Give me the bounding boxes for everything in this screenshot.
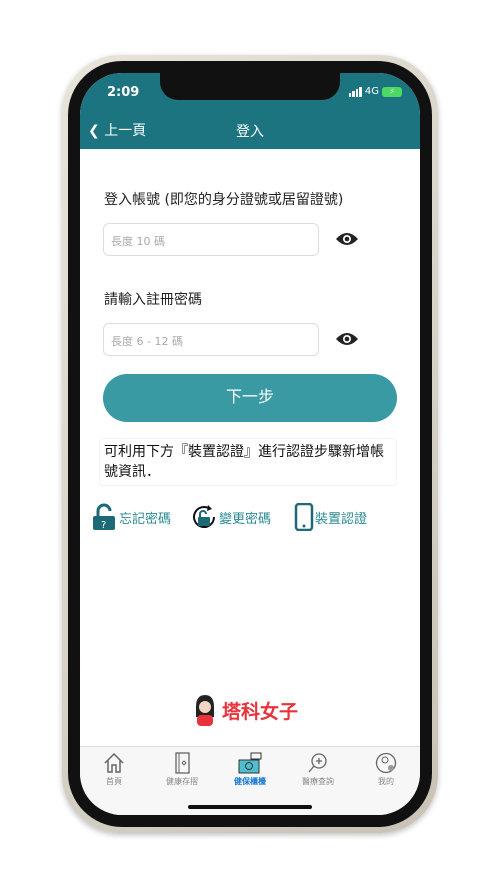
- tab-home[interactable]: 首頁: [80, 752, 148, 787]
- tab-mine[interactable]: 我的: [352, 752, 420, 787]
- password-label: 請輸入註冊密碼: [104, 292, 202, 308]
- next-button[interactable]: 下一步: [103, 374, 397, 422]
- watermark-logo: 塔科女子: [192, 693, 298, 727]
- passbook-icon: [175, 752, 190, 774]
- home-icon: [104, 752, 124, 773]
- eye-icon[interactable]: [335, 232, 359, 246]
- status-icons: 4G ⚡: [348, 86, 402, 97]
- screen: 2:09 4G ⚡ ❮ 上一頁 登入 登入帳號 (即您的身分證號或居留證號) 長…: [80, 73, 420, 815]
- svg-text:?: ?: [101, 520, 106, 531]
- home-indicator[interactable]: [188, 805, 312, 809]
- signal-icon: [348, 86, 362, 97]
- page-title: 登入: [236, 124, 264, 140]
- device-auth-link[interactable]: 裝置認證: [294, 503, 367, 531]
- account-label: 登入帳號 (即您的身分證號或居留證號): [104, 192, 344, 208]
- tab-medical-query[interactable]: 醫療查詢: [284, 752, 352, 787]
- tab-label: 健保櫃檯: [234, 777, 266, 786]
- girl-avatar-icon: [196, 695, 214, 726]
- unlock-question-icon: ?: [93, 503, 115, 531]
- notch: [160, 73, 340, 100]
- search-medical-icon: [308, 753, 327, 773]
- password-input[interactable]: 長度 6 - 12 碼: [103, 323, 319, 356]
- info-note: 可利用下方『裝置認證』進行認證步驟新增帳號資訊．: [99, 438, 397, 486]
- tab-label: 醫療查詢: [302, 777, 334, 786]
- change-password-link[interactable]: 變更密碼: [190, 503, 271, 531]
- watermark-text: 塔科女子: [222, 700, 299, 723]
- user-settings-icon: [375, 752, 397, 774]
- battery-icon: ⚡: [382, 86, 402, 97]
- tab-health-passbook[interactable]: 健康存摺: [148, 752, 216, 787]
- network-label: 4G: [364, 86, 379, 97]
- link-label: 忘記密碼: [119, 511, 172, 527]
- counter-icon: [238, 752, 262, 774]
- tab-label: 首頁: [106, 777, 122, 786]
- link-label: 裝置認證: [315, 511, 368, 527]
- tab-label: 健康存摺: [166, 777, 198, 786]
- account-input[interactable]: 長度 10 碼: [103, 223, 319, 256]
- tab-nhi-counter[interactable]: 健保櫃檯: [216, 752, 284, 787]
- tab-label: 我的: [378, 777, 394, 786]
- status-time: 2:09: [107, 85, 140, 100]
- link-label: 變更密碼: [219, 511, 272, 527]
- nav-header: 2:09 4G ⚡ ❮ 上一頁 登入: [80, 73, 420, 149]
- forgot-password-link[interactable]: ? 忘記密碼: [92, 503, 171, 531]
- phone-icon: [294, 503, 314, 531]
- refresh-lock-icon: [193, 505, 215, 528]
- eye-icon[interactable]: [335, 332, 359, 346]
